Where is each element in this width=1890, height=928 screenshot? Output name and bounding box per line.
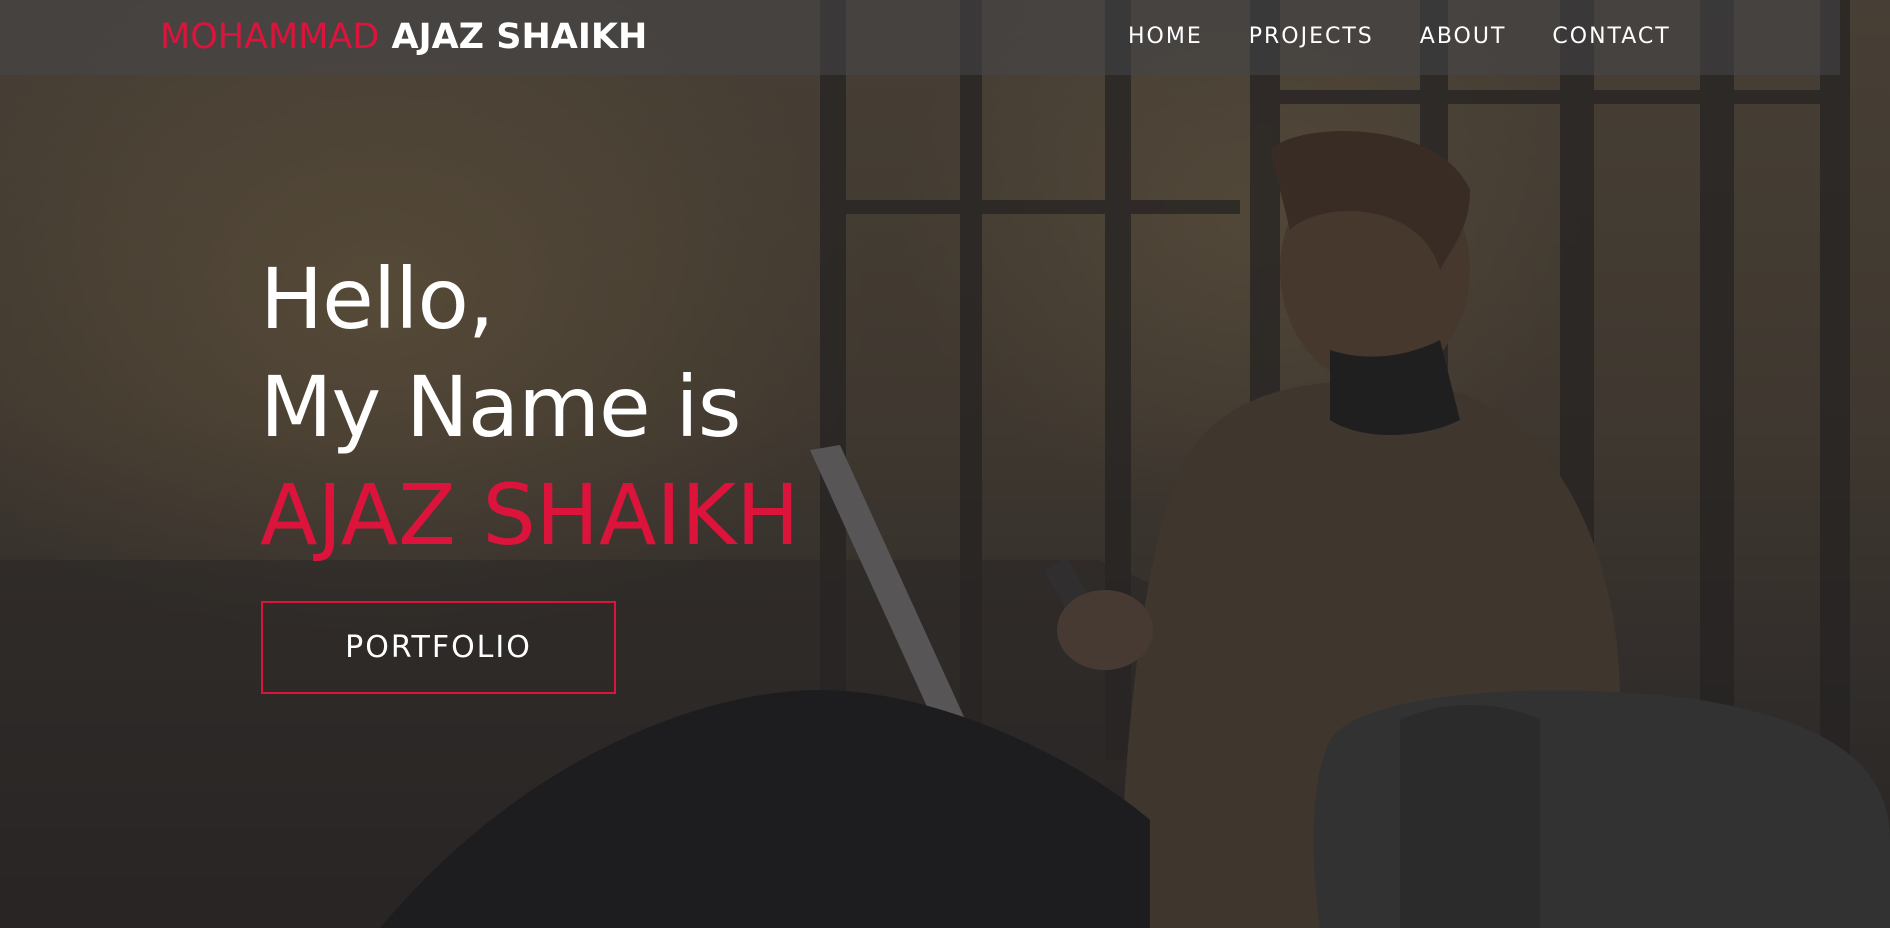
hero-name: AJAZ SHAIKH [260,466,800,564]
navbar: MOHAMMAD AJAZ SHAIKH HOME PROJECTS ABOUT… [0,0,1840,75]
nav-link-contact[interactable]: CONTACT [1552,22,1670,52]
hero-heading: Hello, My Name is AJAZ SHAIKH [260,245,799,569]
nav-link-projects[interactable]: PROJECTS [1249,22,1374,52]
hero-greeting: Hello, [260,250,495,348]
nav-link-about[interactable]: ABOUT [1420,22,1507,52]
nav-link-home[interactable]: HOME [1128,22,1203,52]
brand-last-name: AJAZ SHAIKH [391,17,648,57]
nav-links: HOME PROJECTS ABOUT CONTACT [1128,22,1671,52]
portfolio-button[interactable]: PORTFOLIO [261,601,616,694]
hero-intro: My Name is [260,358,742,456]
brand-logo[interactable]: MOHAMMAD AJAZ SHAIKH [160,17,647,57]
brand-first-name: MOHAMMAD [160,17,380,57]
